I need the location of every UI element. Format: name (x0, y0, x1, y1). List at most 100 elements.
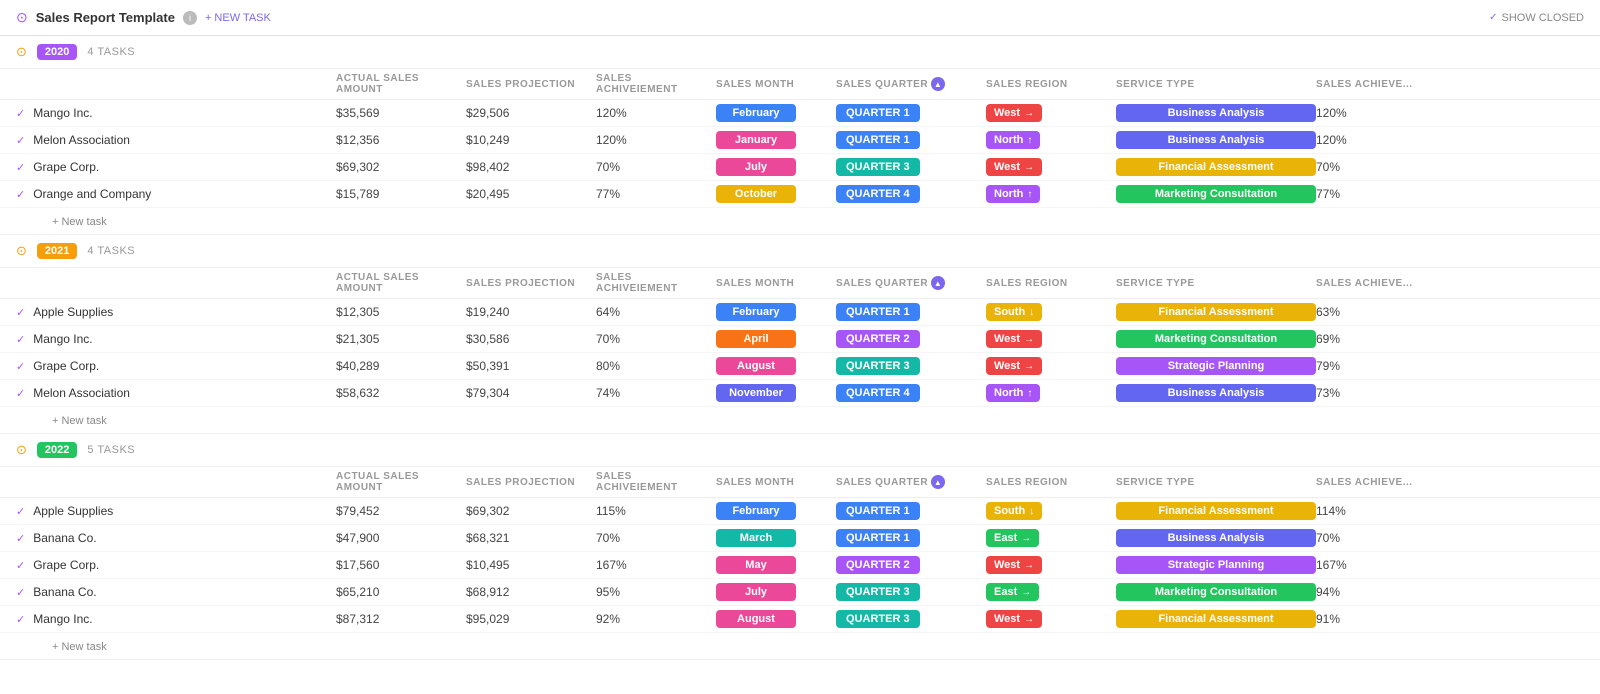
service-type[interactable]: Business Analysis (1116, 104, 1316, 122)
col-header-month: SALES MONTH (716, 471, 836, 493)
quarter-pill: QUARTER 4 (836, 185, 920, 203)
service-type[interactable]: Financial Assessment (1116, 303, 1316, 321)
sales-quarter[interactable]: QUARTER 3 (836, 357, 986, 375)
col-headers-2022: ACTUAL SALES AMOUNTSALES PROJECTIONSALES… (0, 467, 1600, 498)
sales-month[interactable]: February (716, 104, 836, 122)
sales-region[interactable]: West → (986, 357, 1116, 375)
group-tasks-count-2020: 4 TASKS (87, 46, 135, 58)
add-task-link[interactable]: + New task (52, 216, 107, 228)
col-header-quarter[interactable]: SALES QUARTER ▲ (836, 73, 986, 95)
sales-quarter[interactable]: QUARTER 2 (836, 556, 986, 574)
collapse-icon[interactable]: ⊙ (16, 9, 28, 26)
sales-month[interactable]: April (716, 330, 836, 348)
sales-quarter[interactable]: QUARTER 1 (836, 502, 986, 520)
service-type[interactable]: Marketing Consultation (1116, 330, 1316, 348)
task-check-icon[interactable]: ✓ (16, 107, 25, 120)
task-check-icon[interactable]: ✓ (16, 613, 25, 626)
task-check-icon[interactable]: ✓ (16, 161, 25, 174)
service-type[interactable]: Financial Assessment (1116, 610, 1316, 628)
sales-region[interactable]: North ↑ (986, 131, 1116, 149)
sales-region[interactable]: East → (986, 529, 1116, 547)
sales-month[interactable]: July (716, 583, 836, 601)
sales-quarter[interactable]: QUARTER 1 (836, 104, 986, 122)
sales-region[interactable]: North ↑ (986, 384, 1116, 402)
sales-month[interactable]: August (716, 610, 836, 628)
sales-region[interactable]: West → (986, 104, 1116, 122)
sales-quarter[interactable]: QUARTER 3 (836, 610, 986, 628)
service-type[interactable]: Business Analysis (1116, 384, 1316, 402)
sales-region[interactable]: West → (986, 158, 1116, 176)
task-check-icon[interactable]: ✓ (16, 306, 25, 319)
sales-achievement2: 69% (1316, 332, 1436, 346)
task-check-icon[interactable]: ✓ (16, 188, 25, 201)
sales-month[interactable]: July (716, 158, 836, 176)
sales-month[interactable]: January (716, 131, 836, 149)
col-header-service: SERVICE TYPE (1116, 471, 1316, 493)
col-header-region: SALES REGION (986, 73, 1116, 95)
sales-quarter[interactable]: QUARTER 3 (836, 583, 986, 601)
col-header-month: SALES MONTH (716, 272, 836, 294)
sales-quarter[interactable]: QUARTER 4 (836, 384, 986, 402)
task-name-cell: ✓ Mango Inc. (16, 106, 336, 120)
region-arrow-icon: → (1024, 108, 1034, 119)
sales-region[interactable]: West → (986, 610, 1116, 628)
sales-month[interactable]: February (716, 502, 836, 520)
actual-sales: $79,452 (336, 504, 466, 518)
service-type[interactable]: Business Analysis (1116, 131, 1316, 149)
service-type[interactable]: Strategic Planning (1116, 556, 1316, 574)
service-type[interactable]: Business Analysis (1116, 529, 1316, 547)
sales-quarter[interactable]: QUARTER 1 (836, 529, 986, 547)
sales-month[interactable]: October (716, 185, 836, 203)
table-row: ✓ Apple Supplies $12,305 $19,240 64% Feb… (0, 299, 1600, 326)
sales-region[interactable]: East → (986, 583, 1116, 601)
service-type[interactable]: Marketing Consultation (1116, 185, 1316, 203)
sales-quarter[interactable]: QUARTER 4 (836, 185, 986, 203)
sales-month[interactable]: March (716, 529, 836, 547)
task-check-icon[interactable]: ✓ (16, 360, 25, 373)
quarter-pill: QUARTER 1 (836, 502, 920, 520)
add-task-link[interactable]: + New task (52, 641, 107, 653)
col-header-projection: SALES PROJECTION (466, 471, 596, 493)
sales-region[interactable]: West → (986, 330, 1116, 348)
task-check-icon[interactable]: ✓ (16, 532, 25, 545)
sales-quarter[interactable]: QUARTER 1 (836, 303, 986, 321)
add-task-link[interactable]: + New task (52, 415, 107, 427)
sales-quarter[interactable]: QUARTER 2 (836, 330, 986, 348)
group-toggle-2021[interactable]: ⊙ (16, 243, 27, 259)
sales-quarter[interactable]: QUARTER 3 (836, 158, 986, 176)
sales-month[interactable]: May (716, 556, 836, 574)
sales-month[interactable]: November (716, 384, 836, 402)
sales-month[interactable]: February (716, 303, 836, 321)
col-header-quarter[interactable]: SALES QUARTER ▲ (836, 471, 986, 493)
sales-region[interactable]: North ↑ (986, 185, 1116, 203)
sales-quarter[interactable]: QUARTER 1 (836, 131, 986, 149)
service-type[interactable]: Financial Assessment (1116, 158, 1316, 176)
col-header-quarter[interactable]: SALES QUARTER ▲ (836, 272, 986, 294)
task-check-icon[interactable]: ✓ (16, 505, 25, 518)
service-type[interactable]: Financial Assessment (1116, 502, 1316, 520)
show-closed-button[interactable]: ✓ SHOW CLOSED (1489, 12, 1584, 24)
month-pill: April (716, 330, 796, 348)
new-task-button[interactable]: + NEW TASK (205, 12, 271, 24)
sales-achievement2: 114% (1316, 504, 1436, 518)
task-check-icon[interactable]: ✓ (16, 333, 25, 346)
service-type[interactable]: Strategic Planning (1116, 357, 1316, 375)
group-toggle-2022[interactable]: ⊙ (16, 442, 27, 458)
sales-region[interactable]: South ↓ (986, 303, 1116, 321)
actual-sales: $12,356 (336, 133, 466, 147)
task-name: Apple Supplies (33, 305, 113, 319)
task-check-icon[interactable]: ✓ (16, 134, 25, 147)
add-task-row-2022: + New task (0, 633, 1600, 659)
task-check-icon[interactable]: ✓ (16, 586, 25, 599)
task-check-icon[interactable]: ✓ (16, 387, 25, 400)
task-check-icon[interactable]: ✓ (16, 559, 25, 572)
sales-region[interactable]: West → (986, 556, 1116, 574)
service-type[interactable]: Marketing Consultation (1116, 583, 1316, 601)
quarter-pill: QUARTER 2 (836, 556, 920, 574)
sales-region[interactable]: South ↓ (986, 502, 1116, 520)
group-toggle-2020[interactable]: ⊙ (16, 44, 27, 60)
actual-sales: $69,302 (336, 160, 466, 174)
sales-month[interactable]: August (716, 357, 836, 375)
info-icon[interactable]: i (183, 11, 197, 25)
month-pill: March (716, 529, 796, 547)
